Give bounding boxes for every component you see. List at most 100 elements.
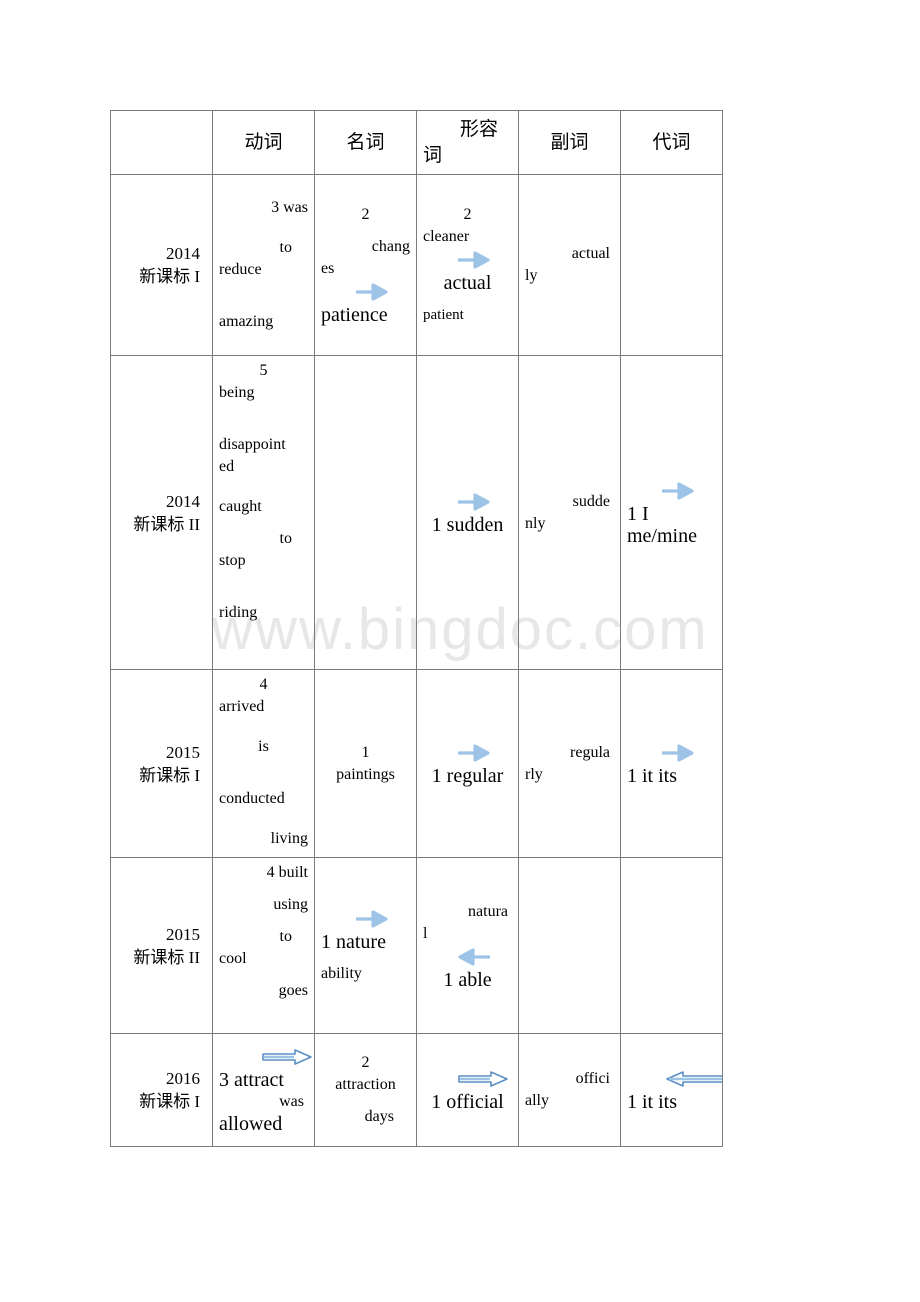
adjective-item: cleaner [423, 228, 470, 245]
cell-adjective: 1 sudden [416, 355, 519, 670]
header-adverb-label: 副词 [550, 131, 589, 153]
cell-adverb: actual ly [518, 174, 621, 356]
cell-adverb: offici ally [518, 1033, 621, 1147]
adverb-entry-list: actual ly [519, 239, 620, 291]
verb-item: being [219, 384, 255, 401]
adjective-item: natura [468, 902, 508, 920]
arrow-right-hollow-icon [457, 1070, 512, 1088]
cell-verb: 4 arrived is conducted living [212, 669, 315, 858]
noun-entry-list: 2 chang es patience [315, 200, 416, 330]
table-row: 2015 新课标 II 4 built using to cool goes 1… [110, 857, 723, 1034]
verb-item: arrived [219, 698, 265, 715]
verb-entry-list: 3 was to reduce amazing [213, 193, 314, 337]
adverb-item: ally [525, 1092, 549, 1109]
adjective-entry-list: 1 official [417, 1063, 518, 1117]
noun-count: 1 [361, 743, 370, 761]
adjective-item: 1 able [443, 968, 492, 991]
noun-item: 1 nature [321, 930, 386, 953]
header-cell-verb: 动词 [212, 110, 315, 175]
adjective-entry-list: natura l 1 able [417, 897, 518, 995]
table-row: 2014 新课标 II 5 being disappoint ed caught… [110, 355, 723, 670]
adjective-item: l [423, 924, 428, 942]
noun-item: ability [321, 964, 362, 982]
verb-item: was [279, 1093, 304, 1110]
adjective-item: actual [443, 272, 492, 294]
verb-count: 5 [259, 362, 268, 379]
cell-verb: 4 built using to cool goes [212, 857, 315, 1034]
row-year: 2015 [166, 742, 200, 762]
verb-item: to [279, 928, 292, 945]
row-label-cell: 2015 新课标 II [110, 857, 213, 1034]
pronoun-entry-list: 1 it its [622, 1063, 722, 1117]
verb-item: disappoint [219, 436, 286, 453]
verb-item: caught [219, 498, 262, 515]
verb-item: ed [219, 458, 235, 475]
row-year: 2016 [166, 1069, 200, 1088]
cell-noun: 1 paintings [314, 669, 417, 858]
noun-entry-list: 1 nature ability [315, 903, 416, 989]
verb-item: to [279, 530, 292, 547]
adverb-item: offici [575, 1070, 610, 1087]
header-cell-noun: 名词 [314, 110, 417, 175]
cell-adjective: 1 official [416, 1033, 519, 1147]
row-label: 2014 新课标 II [111, 486, 212, 540]
adverb-entry-list: regula rly [519, 738, 620, 790]
noun-count: 2 [361, 1054, 370, 1071]
verb-item: reduce [219, 261, 262, 278]
noun-entry-list: 2 attraction days [315, 1048, 416, 1132]
noun-item: chang [371, 238, 410, 255]
noun-item: patience [321, 304, 388, 326]
arrow-right-icon [355, 283, 410, 301]
row-label-cell: 2016 新课标 I [110, 1033, 213, 1147]
adjective-item: 1 regular [431, 764, 504, 787]
adjective-entry-list: 2 cleaner actual patient [417, 200, 518, 330]
adverb-item: regula [570, 743, 610, 761]
cell-verb: 3 was to reduce amazing [212, 174, 315, 356]
noun-item: attraction [335, 1076, 396, 1093]
adverb-item: nly [525, 514, 546, 532]
cell-pronoun [620, 857, 723, 1034]
arrow-right-icon [457, 743, 512, 762]
header-pronoun-label: 代词 [652, 131, 691, 153]
cell-pronoun: 1 it its [620, 669, 723, 858]
row-label: 2015 新课标 I [111, 737, 212, 791]
verb-entry-list: 4 arrived is conducted living [213, 670, 314, 854]
noun-item: days [364, 1108, 394, 1125]
adverb-item: rly [525, 765, 543, 783]
row-standard: 新课标 II [133, 514, 200, 534]
header-cell-adjective: 形容 词 [416, 110, 519, 175]
pronoun-entry-list: 1 it its [621, 737, 722, 791]
header-adjective-line2: 词 [423, 144, 443, 166]
header-adjective-label: 形容 词 [417, 113, 518, 173]
cell-adverb: sudde nly [518, 355, 621, 670]
arrow-right-icon [457, 492, 512, 511]
verb-item: living [270, 830, 308, 847]
table-row: 2016 新课标 I 3 attract was allowed 2 attra… [110, 1033, 723, 1147]
arrow-left-hollow-icon [665, 1070, 722, 1088]
adverb-item: ly [525, 267, 538, 284]
cell-verb: 3 attract was allowed [212, 1033, 315, 1147]
header-adjective-line1: 形容 [459, 118, 498, 140]
cell-pronoun: 1 I me/mine [620, 355, 723, 670]
verb-item: 3 attract [219, 1069, 284, 1091]
verb-count: 4 [259, 676, 268, 693]
table-row: 2014 新课标 I 3 was to reduce amazing 2 cha… [110, 174, 723, 356]
noun-count: 2 [361, 206, 370, 223]
verb-entry-list: 5 being disappoint ed caught to stop rid… [213, 356, 314, 628]
verb-entry-list: 4 built using to cool goes [213, 858, 314, 1006]
row-year: 2015 [166, 924, 200, 944]
header-cell-pronoun: 代词 [620, 110, 723, 175]
cell-adjective: 2 cleaner actual patient [416, 174, 519, 356]
cell-adjective: natura l 1 able [416, 857, 519, 1034]
row-label-cell: 2014 新课标 I [110, 174, 213, 356]
